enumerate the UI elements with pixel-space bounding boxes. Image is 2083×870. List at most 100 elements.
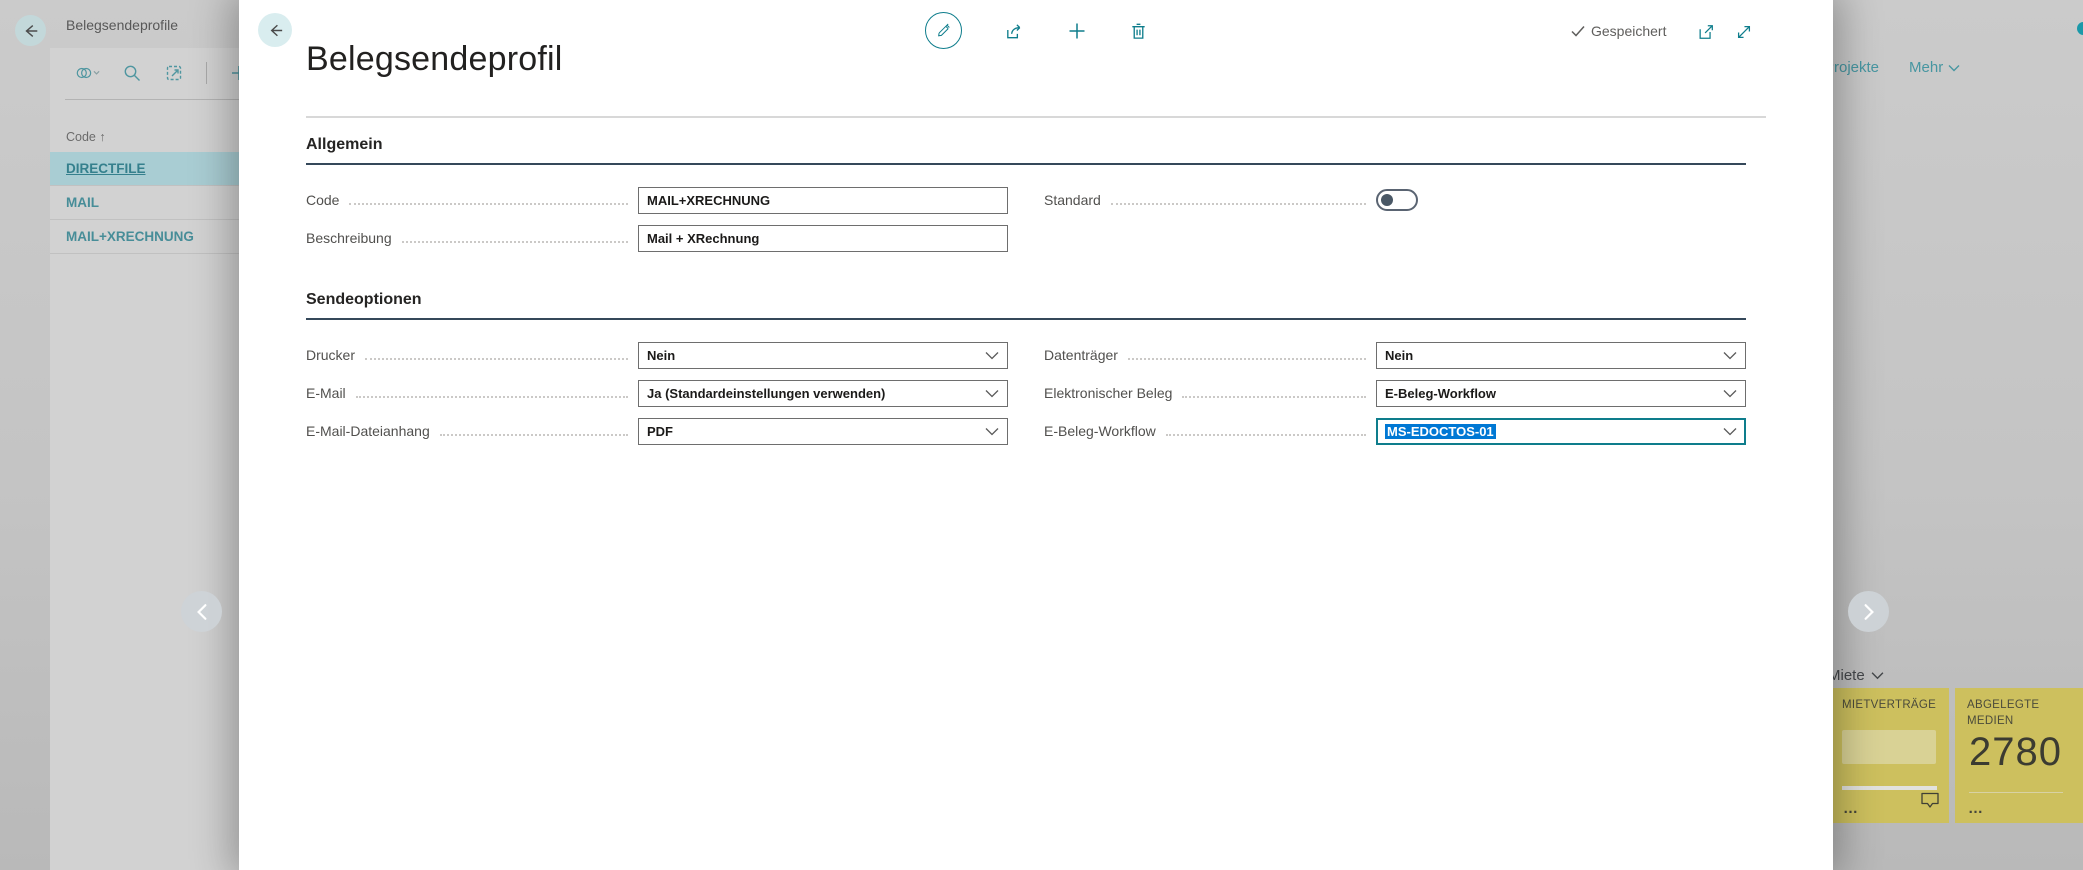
- dotted-leader: [365, 358, 628, 360]
- edit-button[interactable]: [925, 12, 962, 49]
- list-rows: DIRECTFILE MAIL MAIL+XRECHNUNG: [50, 152, 239, 254]
- chevron-down-icon: [1723, 389, 1737, 398]
- cue-group-header[interactable]: Miete: [1828, 667, 1884, 684]
- datentraeger-select[interactable]: Nein: [1376, 342, 1746, 369]
- chevron-down-icon: [1871, 671, 1884, 680]
- field-e-beleg-workflow: E-Beleg-Workflow MS-EDOCTOS-01: [1044, 417, 1746, 445]
- code-input[interactable]: MAIL+XRECHNUNG: [638, 187, 1008, 214]
- checkmark-icon: [1571, 25, 1585, 37]
- list-row[interactable]: MAIL+XRECHNUNG: [50, 220, 239, 254]
- dialog-back-button[interactable]: [258, 13, 292, 47]
- field-beschreibung: Beschreibung Mail + XRechnung: [306, 224, 1008, 252]
- allgemein-fields: Code MAIL+XRECHNUNG Beschreibung Mail + …: [306, 186, 1746, 262]
- chevron-down-icon: [1723, 351, 1737, 360]
- beschreibung-input[interactable]: Mail + XRechnung: [638, 225, 1008, 252]
- list-column-header[interactable]: Code ↑: [66, 130, 106, 144]
- field-label: Code: [306, 192, 339, 208]
- view-switcher-icon[interactable]: [74, 63, 100, 83]
- dotted-leader: [440, 434, 628, 436]
- section-allgemein: Allgemein: [306, 136, 1746, 165]
- list-row[interactable]: MAIL: [50, 186, 239, 220]
- email-select[interactable]: Ja (Standardeinstellungen verwenden): [638, 380, 1008, 407]
- app-root: Belegsendeprofile: [0, 0, 2083, 870]
- dotted-leader: [1111, 203, 1366, 205]
- window-buttons: [1697, 23, 1753, 41]
- backdrop-nav: Projekte Mehr: [1824, 59, 1960, 76]
- title-divider: [306, 116, 1766, 118]
- dotted-leader: [356, 396, 628, 398]
- back-arrow-icon: [22, 22, 40, 40]
- carousel-right-button[interactable]: [1848, 591, 1889, 632]
- page-title: Belegsendeprofil: [306, 40, 563, 79]
- tile-ellipsis[interactable]: …: [1843, 800, 1860, 817]
- dotted-leader: [1166, 434, 1366, 436]
- field-label: Drucker: [306, 347, 355, 363]
- belegsendeprofil-card: Gespeichert Belegsendeprofil Allgemein: [239, 0, 1833, 870]
- field-drucker: Drucker Nein: [306, 341, 1008, 369]
- save-status: Gespeichert: [1571, 23, 1666, 39]
- elektronischer-beleg-select[interactable]: E-Beleg-Workflow: [1376, 380, 1746, 407]
- carousel-left-button[interactable]: [181, 591, 222, 632]
- section-heading[interactable]: Sendeoptionen: [306, 291, 1746, 320]
- chevron-right-icon: [1861, 603, 1877, 621]
- share-icon: [1004, 21, 1025, 41]
- chevron-down-icon: [1948, 64, 1960, 72]
- nav-item-mehr[interactable]: Mehr: [1909, 59, 1960, 76]
- field-label: E-Beleg-Workflow: [1044, 423, 1156, 439]
- chevron-down-icon: [985, 389, 999, 398]
- cue-tile-abgelegte-medien[interactable]: ABGELEGTE MEDIEN 2780 …: [1955, 688, 2083, 823]
- field-label: Datenträger: [1044, 347, 1118, 363]
- resize-diagonal-icon: [1735, 23, 1753, 41]
- standard-toggle[interactable]: [1376, 189, 1418, 211]
- back-button-dimmed[interactable]: [15, 15, 46, 46]
- plus-icon: [1067, 21, 1087, 41]
- open-in-new-window-icon: [1697, 23, 1715, 41]
- field-email: E-Mail Ja (Standardeinstellungen verwend…: [306, 379, 1008, 407]
- dotted-leader: [349, 203, 628, 205]
- toggle-knob: [1381, 194, 1393, 206]
- share-page-icon[interactable]: [164, 63, 184, 83]
- dotted-leader: [1182, 396, 1366, 398]
- section-sendeoptionen: Sendeoptionen: [306, 291, 1746, 320]
- trash-icon: [1129, 21, 1148, 41]
- tile-underline: [1969, 792, 2063, 793]
- dotted-leader: [1128, 358, 1366, 360]
- field-label: Standard: [1044, 192, 1101, 208]
- toolbar-divider: [206, 62, 207, 84]
- tile-ellipsis[interactable]: …: [1968, 800, 1985, 817]
- delete-button[interactable]: [1129, 21, 1148, 41]
- cue-tile-mietvertraege[interactable]: MIETVERTRÄGE …: [1830, 688, 1949, 823]
- field-label: Elektronischer Beleg: [1044, 385, 1172, 401]
- comment-bubble-icon[interactable]: [1919, 790, 1941, 815]
- drucker-select[interactable]: Nein: [638, 342, 1008, 369]
- backdrop-list-toolbar: [74, 62, 249, 84]
- pencil-icon: [934, 21, 953, 40]
- backdrop-topbar: Belegsendeprofile: [0, 0, 239, 48]
- e-beleg-workflow-select[interactable]: MS-EDOCTOS-01: [1376, 418, 1746, 445]
- sort-arrow-icon: ↑: [99, 130, 105, 144]
- share-button[interactable]: [1004, 21, 1025, 41]
- list-row-selected[interactable]: DIRECTFILE: [50, 152, 239, 186]
- sendeoptionen-fields: Drucker Nein E-Mail Ja (Standardein: [306, 341, 1746, 455]
- field-label: E-Mail: [306, 385, 346, 401]
- chevron-left-icon: [194, 603, 210, 621]
- field-datentraeger: Datenträger Nein: [1044, 341, 1746, 369]
- selected-value: MS-EDOCTOS-01: [1385, 424, 1496, 439]
- clipped-edge-icon: [2077, 22, 2083, 35]
- dialog-toolbar: [925, 12, 1148, 49]
- search-icon[interactable]: [122, 63, 142, 83]
- chevron-down-icon: [1723, 427, 1737, 436]
- new-button[interactable]: [1067, 21, 1087, 41]
- section-heading[interactable]: Allgemein: [306, 136, 1746, 165]
- field-elektronischer-beleg: Elektronischer Beleg E-Beleg-Workflow: [1044, 379, 1746, 407]
- field-email-dateianhang: E-Mail-Dateianhang PDF: [306, 417, 1008, 445]
- popout-button[interactable]: [1697, 23, 1715, 41]
- back-arrow-icon: [266, 21, 285, 40]
- field-label: E-Mail-Dateianhang: [306, 423, 430, 439]
- dateianhang-select[interactable]: PDF: [638, 418, 1008, 445]
- field-code: Code MAIL+XRECHNUNG: [306, 186, 1008, 214]
- expand-button[interactable]: [1735, 23, 1753, 41]
- toolbar-rule: [65, 99, 239, 100]
- tile-value-placeholder: [1842, 730, 1936, 764]
- field-label: Beschreibung: [306, 230, 392, 246]
